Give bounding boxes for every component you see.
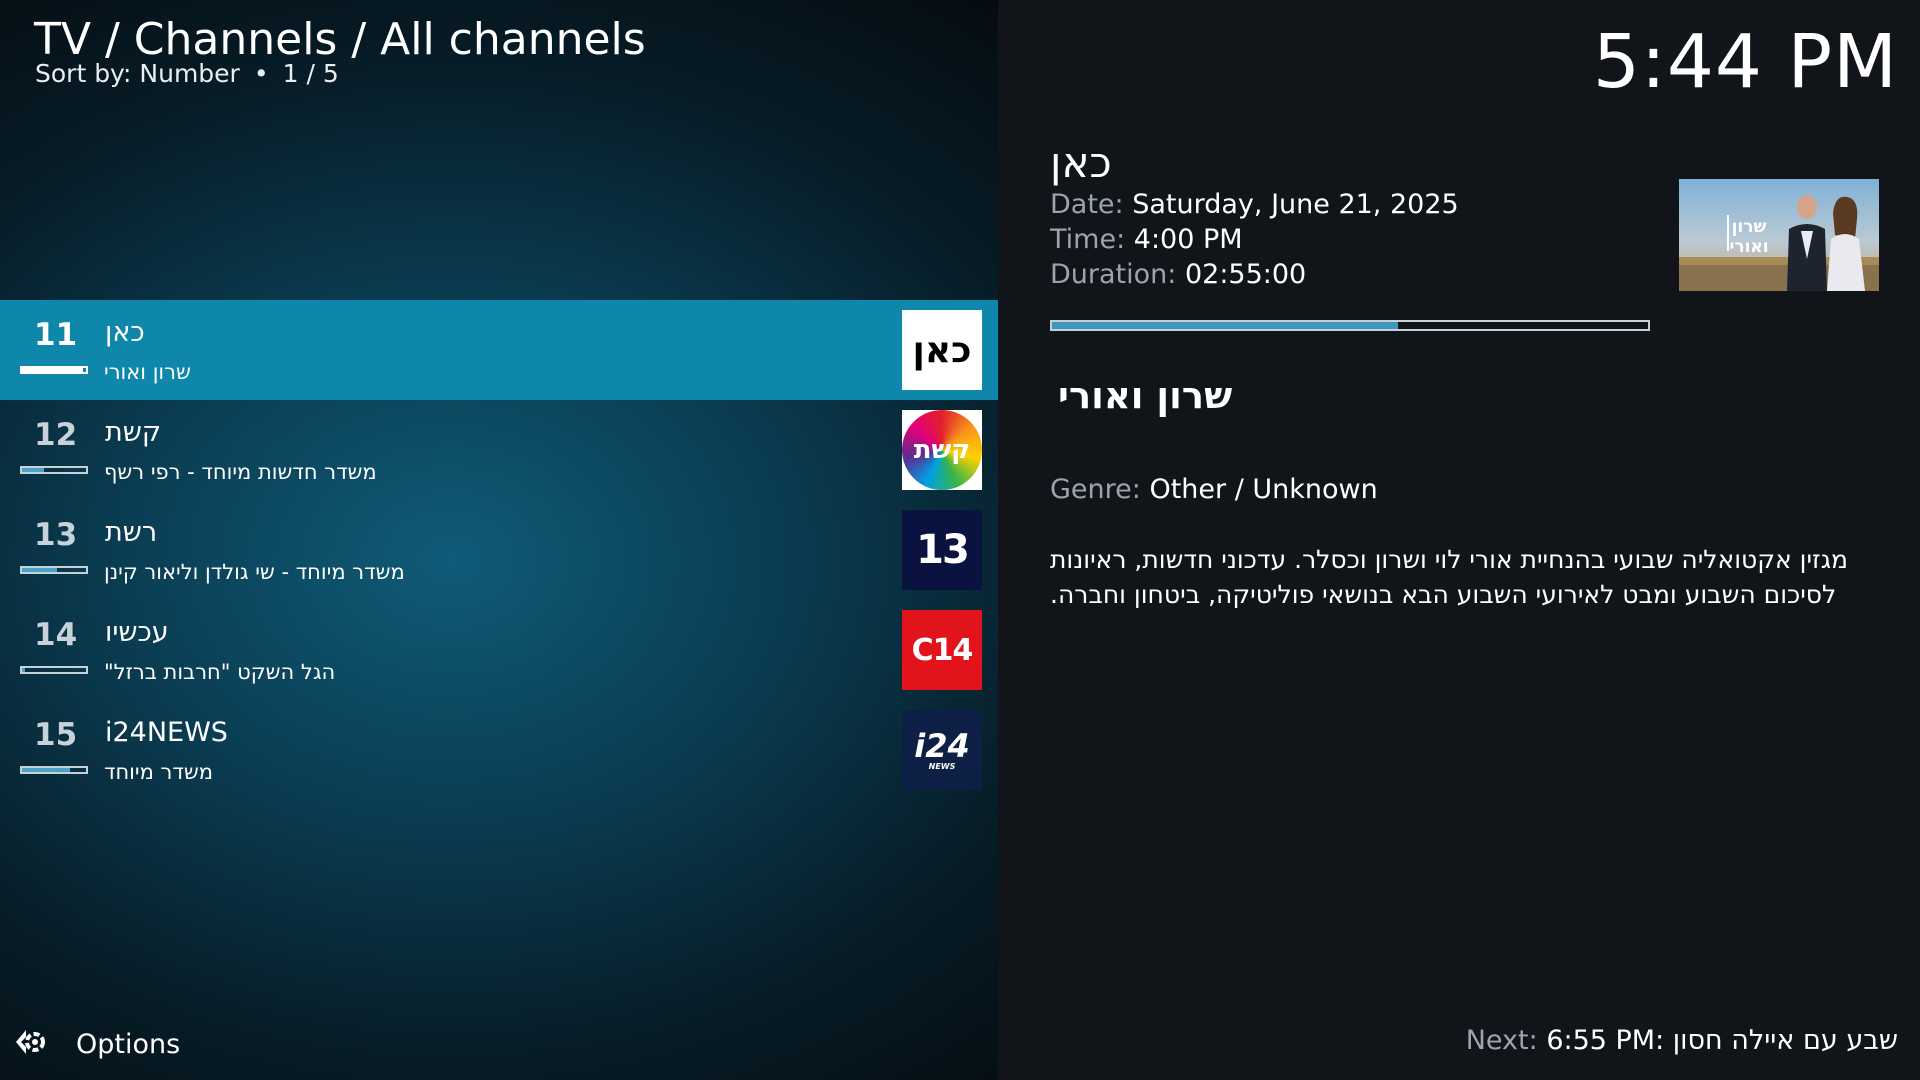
options-button[interactable]: Options [14,1022,180,1066]
next-value: 6:55 PM: שבע עם איילה חסון [1546,1025,1898,1056]
detail-channel-name: כאן [1050,138,1112,187]
keshet-logo-text: קשת [913,435,971,465]
detail-genre: Genre: Other / Unknown [1050,474,1378,505]
genre-label: Genre: [1050,474,1141,505]
progress-fill [22,668,26,672]
program-title: שרון ואורי [1058,374,1233,417]
channel-number: 13 [34,517,78,553]
time-value: 4:00 PM [1133,224,1243,255]
time-label: Time: [1050,224,1126,255]
kan-logo: כאן [902,310,982,390]
date-label: Date: [1050,189,1124,220]
program-thumbnail: שרון ואורי [1679,179,1879,291]
channel-progress-bar [20,466,88,474]
channel-number: 14 [34,617,78,653]
options-label: Options [76,1028,181,1060]
channel-row-11[interactable]: 11 כאן שרון ואורי כאן [0,300,998,400]
next-program: Next: 6:55 PM: שבע עם איילה חסון [1466,1025,1898,1056]
channel-progress-bar [20,766,88,774]
channel-number: 15 [34,717,78,753]
channel-progress-bar [20,566,88,574]
detail-date: Date: Saturday, June 21, 2025 [1050,189,1459,220]
channel-name: כאן [105,317,145,348]
detail-progress-fill [1052,322,1398,329]
keshet-logo: קשת [902,410,982,490]
channel-number: 11 [34,317,78,353]
progress-fill [22,568,58,572]
channel-row-14[interactable]: 14 עכשיו הגל השקט "חרבות ברזל" C14 [0,600,998,700]
date-value: Saturday, June 21, 2025 [1132,189,1459,220]
detail-progress-bar [1050,320,1650,331]
options-arrow-icon [14,1024,50,1064]
channel-progress-bar [20,366,88,374]
channel-row-12[interactable]: 12 קשת משדר חדשות מיוחד - רפי רשף קשת [0,400,998,500]
channel-name: רשת [105,517,158,548]
channel-program: משדר חדשות מיוחד - רפי רשף [104,460,377,484]
c14-logo-text: C14 [911,632,974,668]
separator: • [253,59,269,88]
thumbnail-title: שרון ואורי [1729,217,1769,257]
channel-number: 12 [34,417,78,453]
channel-progress-bar [20,666,88,674]
channel-program: שרון ואורי [104,360,191,384]
details-panel [998,0,1920,1080]
duration-label: Duration: [1050,259,1177,290]
channel-program: משדר מיוחד [104,760,213,784]
i24-logo-text: i24 [914,726,970,765]
clock: 5:44 PM [1592,19,1898,105]
i24-logo-subtext: NEWS [928,761,956,771]
i24-logo: i24 NEWS [902,710,982,790]
detail-duration: Duration: 02:55:00 [1050,259,1306,290]
channel-name: i24NEWS [105,717,228,748]
kan-logo-text: כאן [912,329,972,371]
progress-fill [22,768,70,772]
detail-time: Time: 4:00 PM [1050,224,1243,255]
reshet13-logo-text: 13 [916,527,970,573]
channel-name: עכשיו [105,617,169,648]
page-info: 1 / 5 [282,59,339,88]
progress-fill [22,468,45,472]
channel-list-panel: TV / Channels / All channels Sort by: Nu… [0,0,998,1080]
next-label: Next: [1465,1025,1538,1056]
c14-logo: C14 [902,610,982,690]
duration-value: 02:55:00 [1184,259,1307,290]
channel-program: משדר מיוחד - שי גולדן וליאור קינן [104,560,405,584]
sort-info: Sort by: Number • 1 / 5 [35,59,339,89]
program-plot: מגזין אקטואליה שבועי בהנחיית אורי לוי וש… [1050,545,1848,609]
channel-row-13[interactable]: 13 רשת משדר מיוחד - שי גולדן וליאור קינן… [0,500,998,600]
progress-fill [22,368,83,372]
channel-name: קשת [105,417,162,448]
channel-row-15[interactable]: 15 i24NEWS משדר מיוחד i24 NEWS [0,700,998,800]
reshet13-logo: 13 [902,510,982,590]
genre-value: Other / Unknown [1149,474,1378,505]
channel-program: הגל השקט "חרבות ברזל" [104,660,336,684]
sort-label[interactable]: Sort by: Number [35,59,240,88]
